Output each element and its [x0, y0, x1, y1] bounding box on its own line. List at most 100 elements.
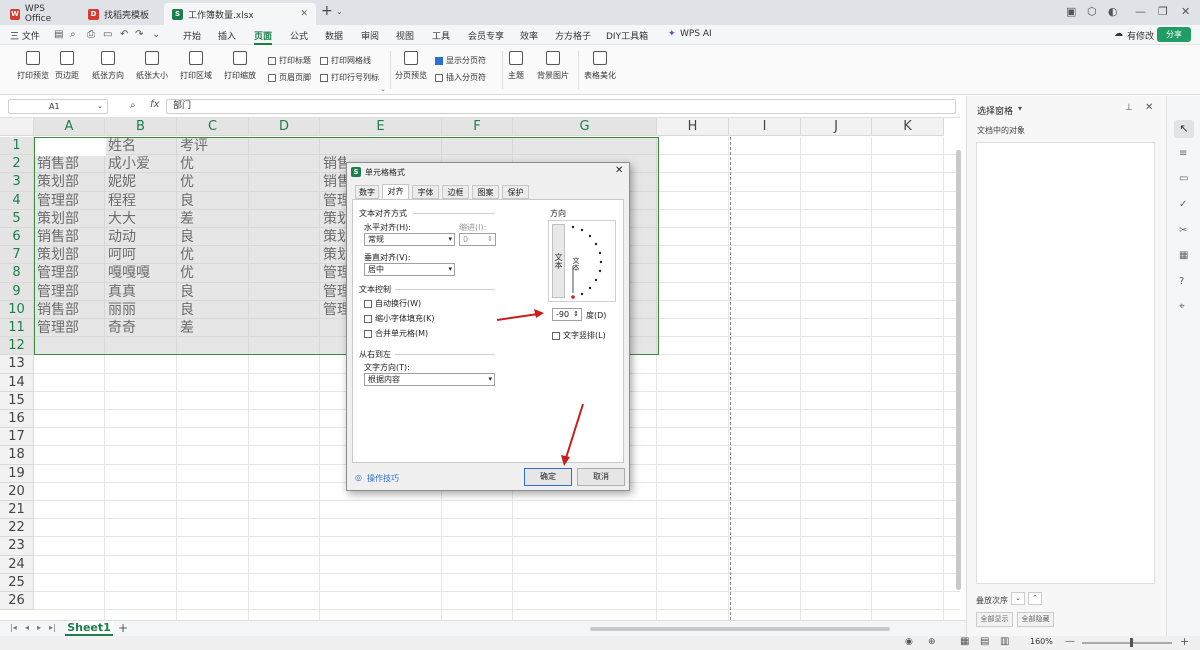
objects-list[interactable]: [976, 142, 1155, 584]
cell-a3[interactable]: 策划部: [34, 173, 105, 191]
cell-a7[interactable]: 策划部: [34, 246, 105, 264]
prev-sheet-icon[interactable]: ◂: [25, 623, 29, 632]
next-sheet-icon[interactable]: ▸: [37, 623, 41, 632]
column-header-b[interactable]: B: [105, 118, 177, 136]
cell-c11[interactable]: 差: [177, 319, 249, 337]
shrink-to-fit-checkbox[interactable]: 缩小字体填充(K): [364, 313, 435, 324]
ok-button[interactable]: 确定: [524, 468, 572, 486]
cell-c7[interactable]: 优: [177, 246, 249, 264]
cell-b10[interactable]: 丽丽: [105, 301, 177, 319]
zoom-slider-thumb[interactable]: [1130, 638, 1133, 647]
cell-b2[interactable]: 成小爱: [105, 155, 177, 173]
cell-a8[interactable]: 管理部: [34, 264, 105, 282]
row-header-17[interactable]: 17: [0, 428, 34, 447]
tab-font[interactable]: 字体: [412, 185, 439, 199]
cell-b1[interactable]: 姓名: [105, 137, 177, 155]
page-layout-icon[interactable]: ▤: [980, 636, 989, 647]
group-expand-icon[interactable]: ⌄: [380, 85, 386, 93]
page-break-preview-button[interactable]: 分页预览: [395, 51, 427, 81]
zoom-slider[interactable]: [1082, 642, 1172, 644]
library-icon[interactable]: ▦: [1179, 250, 1188, 261]
print-scale-button[interactable]: 打印缩放: [224, 51, 256, 81]
dialog-close-icon[interactable]: ✕: [615, 165, 623, 176]
close-pane-icon[interactable]: ✕: [1145, 102, 1153, 113]
print-headings-checkbox[interactable]: 打印行号列标: [320, 72, 379, 83]
cell-b7[interactable]: 呵呵: [105, 246, 177, 264]
text-direction-select[interactable]: 根据内容 ▾: [364, 373, 495, 386]
row-header-26[interactable]: 26: [0, 592, 34, 611]
changes-indicator[interactable]: 有修改: [1127, 29, 1154, 42]
menu-tools[interactable]: 工具: [432, 29, 450, 42]
tab-wps-office[interactable]: W WPS Office: [2, 3, 77, 25]
cell-a5[interactable]: 策划部: [34, 210, 105, 228]
row-header-20[interactable]: 20: [0, 482, 34, 501]
menu-wps-ai[interactable]: WPS AI: [680, 29, 712, 39]
row-header-21[interactable]: 21: [0, 501, 34, 520]
header-footer-button[interactable]: 页眉页脚: [268, 72, 311, 83]
save-icon[interactable]: ▤: [54, 29, 63, 40]
horizontal-align-select[interactable]: 常规 ▾: [364, 233, 455, 246]
row-header-2[interactable]: 2: [0, 155, 34, 174]
cell-e6[interactable]: 策划: [320, 228, 346, 246]
column-header-f[interactable]: F: [442, 118, 513, 136]
paper-size-button[interactable]: 纸张大小: [136, 51, 168, 81]
minimize-icon[interactable]: —: [1135, 5, 1146, 18]
row-header-1[interactable]: 1: [0, 137, 34, 156]
column-header-d[interactable]: D: [249, 118, 320, 136]
cell-b11[interactable]: 奇奇: [105, 319, 177, 337]
row-header-3[interactable]: 3: [0, 173, 34, 192]
cell-c9[interactable]: 良: [177, 283, 249, 301]
row-header-9[interactable]: 9: [0, 282, 34, 301]
row-header-24[interactable]: 24: [0, 555, 34, 574]
column-header-i[interactable]: I: [729, 118, 801, 136]
preview-icon[interactable]: ▭: [103, 29, 112, 40]
last-sheet-icon[interactable]: ▸|: [49, 623, 56, 632]
cell-a9[interactable]: 管理部: [34, 283, 105, 301]
cell-a6[interactable]: 销售部: [34, 228, 105, 246]
help-icon[interactable]: ?: [1179, 276, 1184, 287]
move-up-button[interactable]: ⌃: [1028, 592, 1042, 605]
print-area-button[interactable]: 打印区域: [180, 51, 212, 81]
menu-data[interactable]: 数据: [325, 29, 343, 42]
menu-start[interactable]: 开始: [183, 29, 201, 42]
location-icon[interactable]: ⊕: [928, 637, 936, 647]
menu-page[interactable]: 页面: [254, 29, 272, 42]
select-pointer-icon[interactable]: ↖: [1174, 120, 1194, 138]
tab-alignment[interactable]: 对齐: [382, 184, 409, 200]
select-all-corner[interactable]: [0, 118, 34, 136]
orientation-button[interactable]: 纸张方向: [92, 51, 124, 81]
add-sheet-button[interactable]: +: [118, 621, 128, 635]
row-header-8[interactable]: 8: [0, 264, 34, 283]
name-box[interactable]: A1 ⌄: [8, 99, 108, 114]
row-header-23[interactable]: 23: [0, 537, 34, 556]
vertical-text-checkbox[interactable]: 文字竖排(L): [552, 330, 606, 341]
move-down-button[interactable]: ⌄: [1011, 592, 1025, 605]
tab-number[interactable]: 数字: [355, 185, 379, 199]
cell-c5[interactable]: 差: [177, 210, 249, 228]
cell-e10[interactable]: 管理: [320, 301, 346, 319]
print-icon[interactable]: ⎙: [87, 29, 95, 40]
merge-cells-checkbox[interactable]: 合并单元格(M): [364, 328, 428, 339]
cell-e7[interactable]: 策划: [320, 246, 346, 264]
zoom-level[interactable]: 160%: [1030, 637, 1053, 646]
row-header-25[interactable]: 25: [0, 573, 34, 592]
column-header-j[interactable]: J: [801, 118, 872, 136]
row-header-7[interactable]: 7: [0, 246, 34, 265]
cell-b3[interactable]: 妮妮: [105, 173, 177, 191]
print-preview-button[interactable]: 打印预览: [17, 51, 49, 81]
tips-link[interactable]: 操作技巧: [367, 473, 399, 484]
name-box-chevron-icon[interactable]: ⌄: [97, 100, 103, 113]
background-image-button[interactable]: 背景图片: [537, 51, 569, 81]
zoom-in-icon[interactable]: +: [1180, 635, 1189, 648]
theme-button[interactable]: 主题: [508, 51, 524, 81]
cell-e5[interactable]: 策划: [320, 210, 346, 228]
row-header-13[interactable]: 13: [0, 355, 34, 374]
open-icon[interactable]: ⌕: [70, 29, 76, 40]
show-pagebreak-checkbox[interactable]: 显示分页符: [435, 55, 486, 66]
row-header-5[interactable]: 5: [0, 209, 34, 228]
cell-c8[interactable]: 优: [177, 264, 249, 282]
zoom-out-icon[interactable]: —: [1065, 636, 1075, 647]
menu-view[interactable]: 视图: [396, 29, 414, 42]
cell-e2[interactable]: 销售部: [320, 155, 346, 173]
cell-c6[interactable]: 良: [177, 228, 249, 246]
